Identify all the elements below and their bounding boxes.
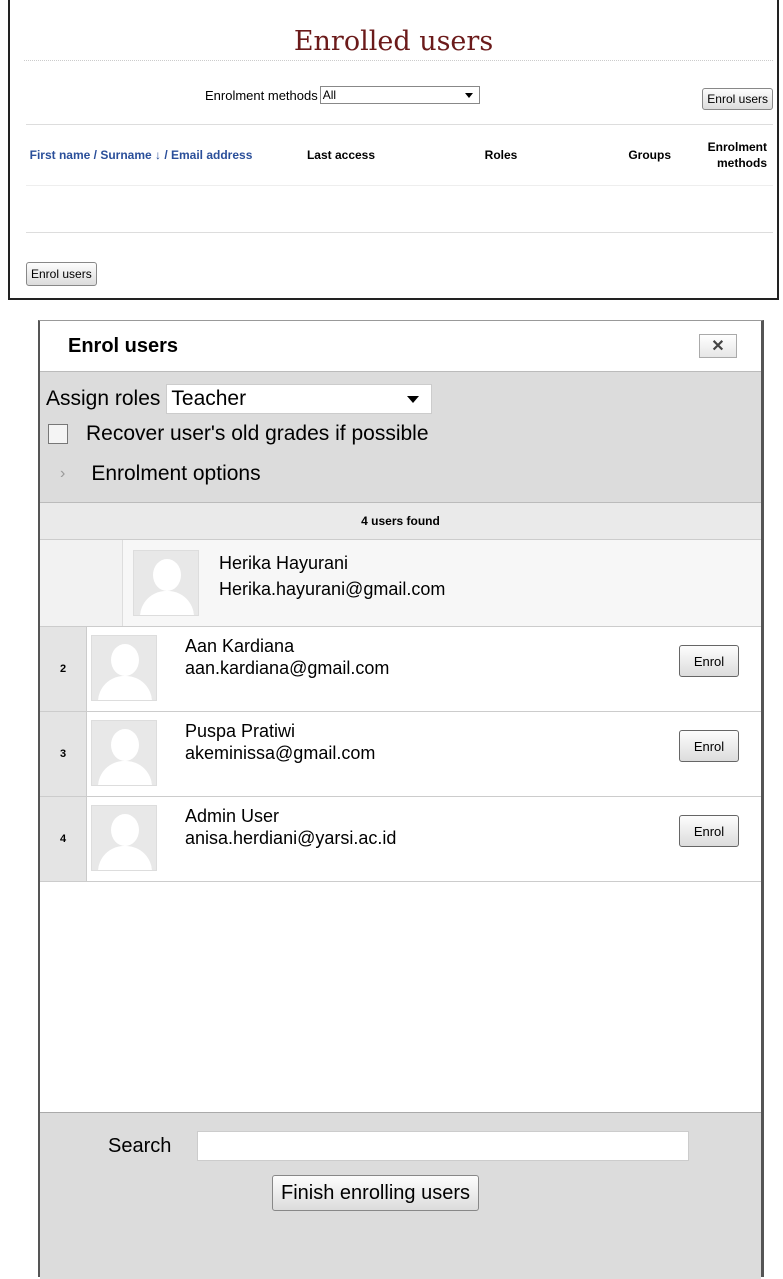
user-info: Admin User anisa.herdiani@yarsi.ac.id: [185, 805, 396, 849]
recover-grades-row: Recover user's old grades if possible: [48, 422, 429, 446]
user-email: anisa.herdiani@yarsi.ac.id: [185, 828, 397, 848]
column-enrolment-methods: Enrolment methods: [707, 140, 767, 170]
table-header: First name / Surname ↓ / Email address L…: [26, 125, 773, 186]
user-name: Herika Hayurani: [219, 553, 349, 573]
list-item: 2 Aan Kardiana aan.kardiana@gmail.com En…: [40, 627, 761, 712]
column-groups: Groups: [628, 148, 671, 162]
user-name: Admin User: [185, 806, 280, 826]
user-email: aan.kardiana@gmail.com: [185, 658, 390, 678]
table-row-empty: [26, 186, 773, 233]
assign-roles-select[interactable]: Teacher: [166, 384, 433, 414]
search-row: Search: [108, 1131, 690, 1161]
page-title: Enrolled users: [293, 26, 494, 57]
row-number: 4: [40, 797, 87, 881]
list-item-content: Puspa Pratiwi akeminissa@gmail.com Enrol: [87, 712, 761, 796]
dialog-header: Enrol users ✕: [40, 321, 761, 371]
row-number: 2: [40, 627, 87, 711]
dialog-title: Enrol users: [68, 334, 179, 357]
enrolment-methods-value: All: [322, 88, 337, 102]
enrolment-methods-filter: Enrolment methods All: [205, 86, 480, 104]
list-item: Herika Hayurani Herika.hayurani@gmail.co…: [40, 540, 761, 627]
caret-down-icon: [464, 92, 473, 98]
chevron-right-icon: ›: [60, 465, 66, 482]
list-item: 3 Puspa Pratiwi akeminissa@gmail.com Enr…: [40, 712, 761, 797]
user-name: Puspa Pratiwi: [185, 721, 296, 741]
finish-enrolling-button[interactable]: Finish enrolling users: [272, 1175, 479, 1211]
enrolment-methods-select[interactable]: All: [319, 86, 480, 104]
user-email: akeminissa@gmail.com: [185, 743, 376, 763]
enrol-button[interactable]: Enrol: [679, 815, 739, 847]
user-name: Aan Kardiana: [185, 636, 295, 656]
user-avatar-icon: [91, 805, 157, 871]
search-input[interactable]: [197, 1131, 690, 1161]
enrol-users-button-bottom[interactable]: Enrol users: [26, 262, 97, 286]
column-name-sort[interactable]: First name / Surname ↓ / Email address: [26, 147, 256, 163]
enrol-button[interactable]: Enrol: [679, 645, 739, 677]
users-found-count: 4 users found: [40, 503, 761, 540]
enrolled-users-table: First name / Surname ↓ / Email address L…: [26, 124, 773, 233]
recover-grades-checkbox[interactable]: [48, 424, 68, 444]
list-item-content: Herika Hayurani Herika.hayurani@gmail.co…: [122, 540, 761, 626]
close-icon[interactable]: ✕: [699, 334, 737, 358]
column-roles: Roles: [484, 148, 518, 162]
recover-grades-label: Recover user's old grades if possible: [86, 422, 429, 445]
enrolment-methods-label: Enrolment methods: [205, 87, 318, 103]
assign-roles-label: Assign roles: [46, 387, 161, 410]
enrol-users-dialog: Enrol users ✕ Assign roles Teacher Recov…: [38, 320, 764, 1279]
enrol-options-panel: Assign roles Teacher Recover user's old …: [40, 371, 761, 503]
user-email: Herika.hayurani@gmail.com: [219, 579, 446, 599]
column-last-access: Last access: [306, 148, 376, 162]
assign-roles-value: Teacher: [171, 387, 247, 410]
user-info: Herika Hayurani Herika.hayurani@gmail.co…: [219, 550, 445, 602]
dialog-footer: Search Finish enrolling users: [40, 1112, 761, 1279]
user-avatar-icon: [91, 720, 157, 786]
list-item-content: Aan Kardiana aan.kardiana@gmail.com Enro…: [87, 627, 761, 711]
user-info: Puspa Pratiwi akeminissa@gmail.com: [185, 720, 375, 764]
list-item-content: Admin User anisa.herdiani@yarsi.ac.id En…: [87, 797, 761, 881]
user-avatar-icon: [133, 550, 199, 616]
row-number: 3: [40, 712, 87, 796]
enrolled-users-panel: Enrolled users Enrolment methods All Enr…: [8, 0, 779, 300]
list-item: 4 Admin User anisa.herdiani@yarsi.ac.id …: [40, 797, 761, 882]
caret-down-icon: [407, 395, 420, 403]
title-divider: [24, 60, 773, 61]
enrol-button[interactable]: Enrol: [679, 730, 739, 762]
assign-roles-row: Assign roles Teacher: [46, 384, 433, 414]
user-info: Aan Kardiana aan.kardiana@gmail.com: [185, 635, 389, 679]
user-avatar-icon: [91, 635, 157, 701]
enrolment-options-toggle[interactable]: › Enrolment options: [60, 462, 261, 486]
enrol-users-button-top[interactable]: Enrol users: [702, 88, 773, 110]
search-label: Search: [108, 1134, 172, 1157]
enrolment-options-label: Enrolment options: [91, 462, 261, 485]
